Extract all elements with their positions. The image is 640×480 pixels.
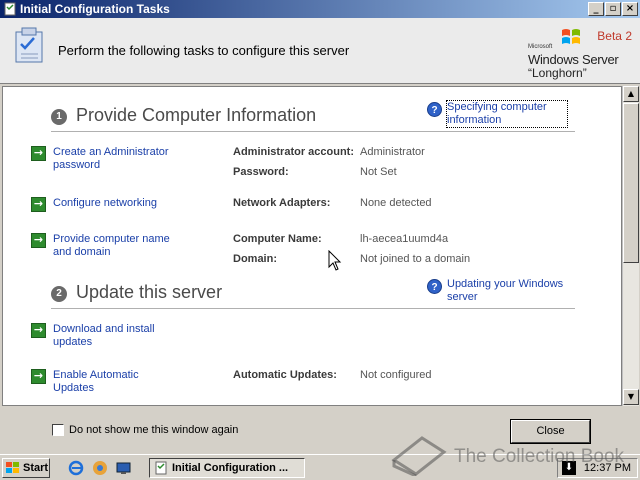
detail-value: Administrator xyxy=(360,146,425,158)
detail-key: Network Adapters: xyxy=(233,197,331,209)
taskbar-window-label: Initial Configuration ... xyxy=(172,462,289,474)
scroll-thumb[interactable] xyxy=(623,103,639,263)
windows-server-logo: Beta 2 Microsoft Windows Server “Longhor… xyxy=(520,22,638,82)
detail-key: Automatic Updates: xyxy=(233,369,337,381)
mouse-cursor-icon xyxy=(328,250,342,271)
scroll-down-icon[interactable]: ▼ xyxy=(623,389,639,405)
show-desktop-icon[interactable] xyxy=(116,460,132,476)
minimize-icon[interactable]: _ xyxy=(588,2,604,16)
dont-show-checkbox[interactable] xyxy=(52,424,64,436)
media-player-icon[interactable] xyxy=(92,460,108,476)
detail-value: Not Set xyxy=(360,166,397,178)
codename-label: “Longhorn” xyxy=(528,66,587,80)
detail-value: Not joined to a domain xyxy=(360,253,471,265)
task-link[interactable]: Provide computer name and domain xyxy=(53,233,181,259)
help-icon: ? xyxy=(427,102,442,117)
detail-key: Administrator account: xyxy=(233,146,355,158)
microsoft-label: Microsoft xyxy=(528,44,553,50)
task-link[interactable]: Download and install updates xyxy=(53,323,181,349)
initial-configuration-window: Initial Configuration Tasks _ ▫ × Perfor… xyxy=(0,0,640,454)
detail-value: None detected xyxy=(360,197,432,209)
help-icon: ? xyxy=(427,279,442,294)
section-number: 2 xyxy=(51,286,67,302)
clipboard-tasks-icon xyxy=(15,27,43,63)
book-icon xyxy=(391,436,447,476)
help-link-text[interactable]: Specifying computer information xyxy=(446,100,568,128)
go-arrow-icon: → xyxy=(31,146,46,161)
section-divider xyxy=(51,308,575,309)
task-link[interactable]: Enable Automatic Updates xyxy=(53,369,181,395)
header-text: Perform the following tasks to configure… xyxy=(58,43,350,58)
go-arrow-icon: → xyxy=(31,197,46,212)
watermark-text: The Collection Book xyxy=(454,446,625,467)
windows-logo-icon xyxy=(6,462,19,473)
title-bar[interactable]: Initial Configuration Tasks _ ▫ × xyxy=(0,0,640,18)
help-link-text[interactable]: Updating your Windows server xyxy=(447,278,567,304)
section-title: Update this server xyxy=(76,282,223,302)
start-label: Start xyxy=(23,462,49,474)
watermark: The Collection Book xyxy=(388,430,628,478)
app-icon xyxy=(4,2,16,16)
detail-key: Domain: xyxy=(233,253,277,265)
detail-value: lh-aecea1uumd4a xyxy=(360,233,449,245)
taskbar-window-button[interactable]: Initial Configuration ... xyxy=(149,458,305,478)
tasks-panel: 1 Provide Computer Information ? Specify… xyxy=(2,86,622,406)
scroll-up-icon[interactable]: ▲ xyxy=(623,86,639,102)
beta-label: Beta 2 xyxy=(597,29,632,43)
close-icon[interactable]: × xyxy=(622,2,638,16)
maximize-icon[interactable]: ▫ xyxy=(605,2,621,16)
detail-key: Computer Name: xyxy=(233,233,322,245)
task-link[interactable]: Configure networking xyxy=(53,197,181,210)
product-label: Windows Server xyxy=(528,52,619,67)
task-link[interactable]: Create an Administrator password xyxy=(53,146,181,172)
go-arrow-icon: → xyxy=(31,233,46,248)
detail-value: Not configured xyxy=(360,369,432,381)
window-title: Initial Configuration Tasks xyxy=(20,2,170,16)
dont-show-label[interactable]: Do not show me this window again xyxy=(69,424,238,436)
windows-flag-icon xyxy=(562,29,580,44)
go-arrow-icon: → xyxy=(31,323,46,338)
header-banner: Perform the following tasks to configure… xyxy=(0,18,640,84)
section-title: Provide Computer Information xyxy=(76,105,317,125)
detail-key: Password: xyxy=(233,166,289,178)
go-arrow-icon: → xyxy=(31,369,46,384)
section-number: 1 xyxy=(51,109,67,125)
section-divider xyxy=(51,131,575,132)
start-button[interactable]: Start xyxy=(2,458,50,478)
app-icon xyxy=(155,461,167,475)
internet-explorer-icon[interactable] xyxy=(68,460,84,476)
vertical-scrollbar[interactable]: ▲ ▼ xyxy=(622,86,639,406)
